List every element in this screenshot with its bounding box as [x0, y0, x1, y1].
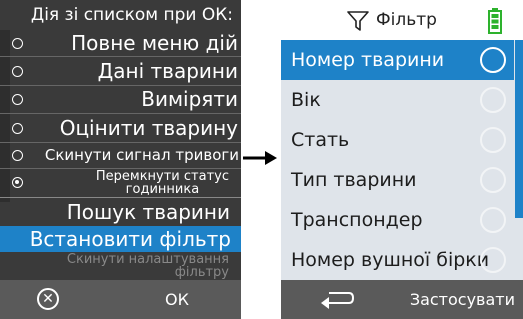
radio-circle-icon [480, 47, 506, 73]
filter-item-label: Тип тварини [291, 169, 417, 191]
radio-circle-icon [480, 207, 506, 233]
filter-item-age[interactable]: Вік [281, 80, 514, 120]
right-arrow-icon [243, 151, 277, 165]
filter-item-sex[interactable]: Стать [281, 120, 514, 160]
option-label: Перемкнути статус годинника [96, 170, 229, 196]
filter-item-transponder[interactable]: Транспондер [281, 200, 514, 240]
filter-item-label: Номер тварини [291, 49, 445, 71]
apply-button[interactable]: Застосувати [410, 280, 515, 319]
radio-circle-icon [480, 127, 506, 153]
radio-icon [12, 150, 23, 161]
radio-circle-icon [480, 247, 506, 273]
filter-item-label: Транспондер [291, 209, 423, 231]
option-evaluate-animal[interactable]: Оцінити тварину [0, 114, 241, 142]
scrollbar-thumb[interactable] [515, 40, 523, 218]
option-toggle-clock-status[interactable]: Перемкнути статус годинника [0, 169, 241, 197]
battery-icon [488, 8, 502, 34]
screen-header: Дія зі списком при ОК: [30, 5, 233, 25]
filter-item-label: Вік [291, 89, 321, 111]
right-footer-bar: Застосувати [281, 280, 523, 319]
option-measure[interactable]: Виміряти [0, 86, 241, 113]
radio-circle-icon [480, 87, 506, 113]
radio-selected-icon [12, 177, 23, 188]
back-arrow-icon[interactable] [319, 289, 355, 309]
filter-item-ear-tag-number[interactable]: Номер вушної бірки [281, 240, 514, 280]
left-footer-bar: ✕ ОК [0, 280, 241, 319]
filter-header: Фільтр [281, 0, 523, 40]
filter-item-label: Номер вушної бірки [291, 249, 490, 271]
option-label-line2: годинника [125, 182, 200, 197]
option-label: Дані тварини [97, 59, 238, 83]
filter-item-animal-number[interactable]: Номер тварини [281, 40, 514, 80]
option-full-action-menu[interactable]: Повне меню дій [0, 30, 241, 56]
cancel-circle-icon[interactable]: ✕ [37, 288, 59, 310]
filter-title: Фільтр [376, 10, 437, 30]
option-label: Повне меню дій [71, 31, 238, 55]
radio-icon [12, 94, 23, 105]
action-list-screen: Дія зі списком при ОК: Повне меню дій Да… [0, 0, 241, 319]
reset-filter-item[interactable]: Скинути налаштування фільтру [0, 252, 241, 280]
filter-screen: Фільтр Номер тварини Вік Стать Тип твари… [281, 0, 523, 319]
reset-label-line2: фільтру [174, 265, 229, 280]
radio-icon [12, 38, 23, 49]
radio-circle-icon [480, 167, 506, 193]
option-reset-alarm[interactable]: Скинути сигнал тривоги [0, 143, 241, 168]
search-animal-item[interactable]: Пошук тварини [0, 198, 241, 226]
option-label: Виміряти [141, 87, 238, 111]
option-label: Оцінити тварину [59, 116, 238, 140]
set-filter-item[interactable]: Встановити фільтр [0, 226, 241, 252]
radio-icon [12, 123, 23, 134]
option-animal-data[interactable]: Дані тварини [0, 57, 241, 85]
radio-icon [12, 66, 23, 77]
option-label: Скинути сигнал тривоги [44, 146, 239, 164]
filter-item-animal-type[interactable]: Тип тварини [281, 160, 514, 200]
filter-funnel-icon [347, 11, 369, 31]
filter-item-label: Стать [291, 129, 350, 151]
ok-button[interactable]: ОК [165, 280, 189, 319]
